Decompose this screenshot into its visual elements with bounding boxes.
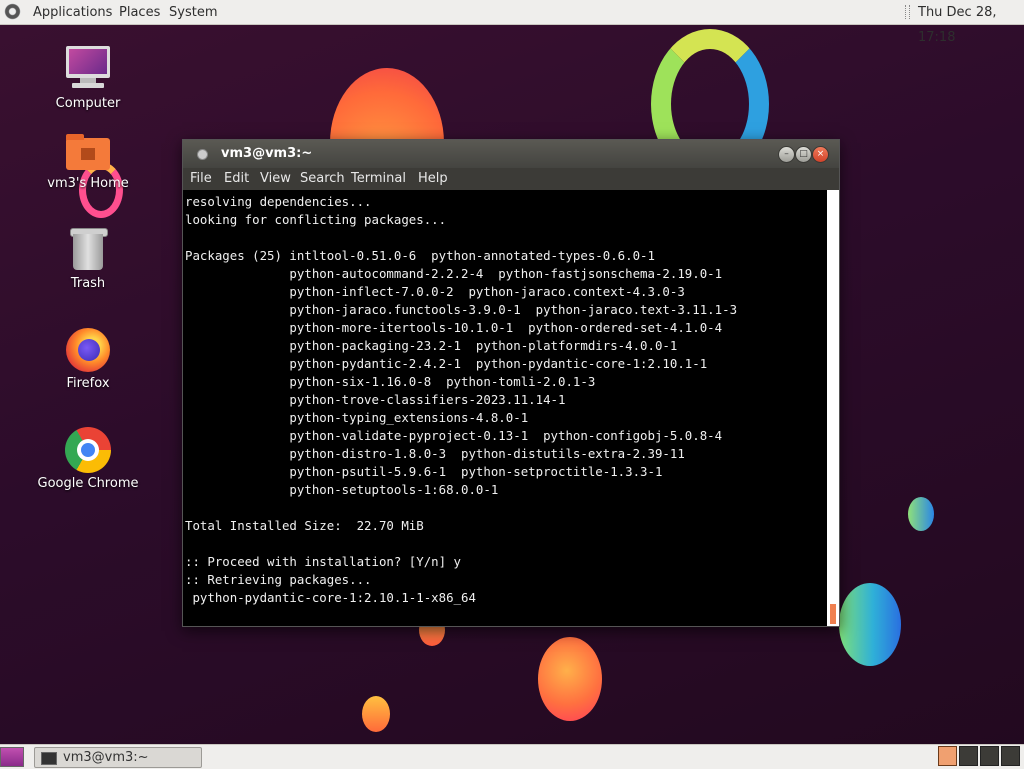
terminal-window[interactable]: vm3@vm3:~ – □ × File Edit View Search Te… — [182, 139, 840, 627]
window-titlebar[interactable]: vm3@vm3:~ – □ × — [183, 140, 839, 168]
desktop-icon-label: Firefox — [66, 376, 110, 391]
chrome-icon — [64, 426, 112, 474]
close-button[interactable]: × — [812, 146, 829, 163]
terminal-menubar: File Edit View Search Terminal Help — [183, 168, 839, 190]
menu-file[interactable]: File — [190, 168, 212, 190]
desktop-icon-label: Trash — [70, 276, 106, 291]
menu-terminal[interactable]: Terminal — [351, 168, 406, 190]
window-title: vm3@vm3:~ — [221, 146, 313, 161]
show-desktop-button[interactable] — [0, 747, 24, 767]
applications-menu[interactable]: Applications — [33, 0, 112, 24]
desktop-icon-label: vm3's Home — [47, 176, 129, 191]
menu-edit[interactable]: Edit — [224, 168, 249, 190]
terminal-icon — [41, 752, 57, 765]
taskbar-item-terminal[interactable]: vm3@vm3:~ — [34, 747, 202, 768]
desktop-icon-label: Computer — [55, 96, 121, 111]
menu-view[interactable]: View — [260, 168, 291, 190]
top-panel: Applications Places System Thu Dec 28, 1… — [0, 0, 1024, 45]
wallpaper-shape — [839, 583, 901, 666]
distro-logo-icon[interactable] — [4, 3, 21, 20]
wallpaper-shape — [362, 696, 390, 732]
desktop-icon-label: Google Chrome — [37, 476, 139, 491]
places-menu[interactable]: Places — [119, 0, 160, 24]
home-folder-icon — [64, 134, 112, 182]
firefox-icon — [64, 326, 112, 374]
wallpaper-shape — [908, 497, 934, 531]
computer-icon — [64, 44, 112, 92]
menu-help[interactable]: Help — [418, 168, 448, 190]
terminal-content[interactable]: resolving dependencies... looking for co… — [183, 190, 827, 626]
bottom-panel: vm3@vm3:~ — [0, 744, 1024, 769]
terminal-app-icon — [197, 149, 208, 160]
workspace-1[interactable] — [938, 746, 957, 766]
menu-search[interactable]: Search — [300, 168, 345, 190]
trash-icon — [64, 226, 112, 274]
maximize-button[interactable]: □ — [795, 146, 812, 163]
terminal-scrollbar[interactable] — [827, 190, 839, 626]
workspace-3[interactable] — [980, 746, 999, 766]
wallpaper-shape — [538, 637, 602, 721]
system-menu[interactable]: System — [169, 0, 217, 24]
minimize-button[interactable]: – — [778, 146, 795, 163]
panel-handle[interactable] — [905, 5, 910, 19]
terminal-output: resolving dependencies... looking for co… — [185, 194, 738, 605]
workspace-4[interactable] — [1001, 746, 1020, 766]
scrollbar-thumb[interactable] — [830, 604, 836, 624]
clock[interactable]: Thu Dec 28, 17:18 — [918, 0, 1024, 50]
workspace-2[interactable] — [959, 746, 978, 766]
taskbar-item-label: vm3@vm3:~ — [63, 750, 149, 765]
